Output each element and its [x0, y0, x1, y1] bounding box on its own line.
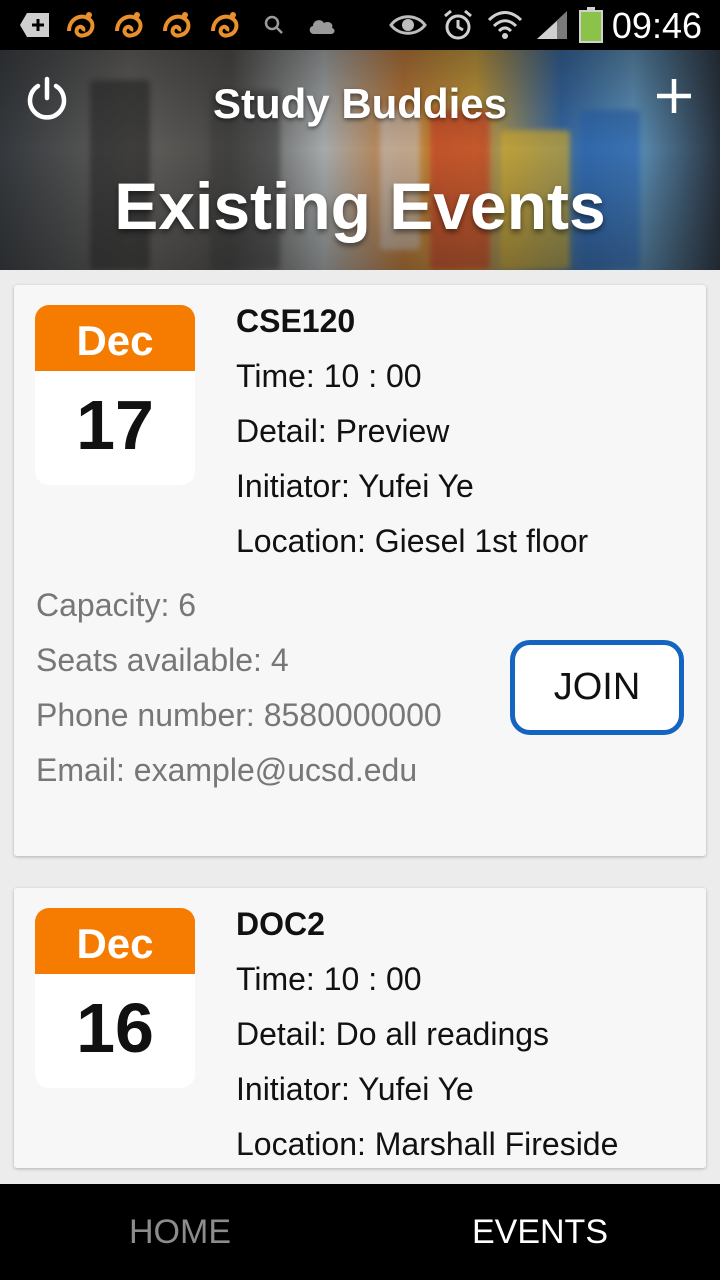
add-event-button[interactable]	[654, 76, 694, 116]
event-location: Location: Marshall Fireside	[236, 1126, 619, 1162]
status-time: 09:46	[611, 5, 702, 46]
event-initiator: Initiator: Yufei Ye	[236, 468, 474, 504]
event-info: DOC2 Time: 10 : 00 Detail: Do all readin…	[236, 906, 618, 1181]
event-list[interactable]: Dec 17 CSE120 Time: 10 : 00 Detail: Prev…	[0, 270, 720, 1184]
battery-icon	[578, 7, 604, 43]
uc-browser-icon	[208, 8, 244, 42]
eye-icon	[388, 8, 428, 42]
event-location: Location: Giesel 1st floor	[236, 523, 589, 559]
date-day: 17	[76, 386, 154, 464]
alarm-icon	[440, 8, 476, 42]
cloud-icon	[306, 8, 338, 42]
uc-browser-icon	[160, 8, 196, 42]
event-course: CSE120	[236, 303, 356, 339]
event-detail: Detail: Do all readings	[236, 1016, 550, 1052]
date-month: Dec	[35, 908, 195, 974]
plus-icon	[657, 79, 691, 113]
event-time: Time: 10 : 00	[236, 961, 422, 997]
add-notification-icon	[18, 8, 52, 42]
event-initiator: Initiator: Yufei Ye	[236, 1071, 474, 1107]
signal-icon	[534, 8, 570, 42]
date-month: Dec	[35, 305, 195, 371]
tab-events[interactable]: EVENTS	[360, 1184, 720, 1280]
event-course: DOC2	[236, 906, 325, 942]
uc-browser-icon	[64, 8, 100, 42]
event-detail: Detail: Preview	[236, 413, 450, 449]
date-badge: Dec 17	[35, 305, 195, 485]
page-title: Existing Events	[114, 169, 606, 243]
search-icon	[262, 8, 286, 42]
event-time: Time: 10 : 00	[236, 358, 422, 394]
app-title: Study Buddies	[212, 80, 508, 127]
uc-browser-icon	[112, 8, 148, 42]
event-phone: Phone number: 8580000000	[36, 697, 442, 733]
wifi-icon	[486, 8, 524, 42]
event-info: CSE120 Time: 10 : 00 Detail: Preview Ini…	[236, 303, 588, 578]
event-extra: Capacity: 6 Seats available: 4 Phone num…	[36, 587, 442, 807]
bottom-nav: HOME EVENTS	[0, 1184, 720, 1280]
tab-home[interactable]: HOME	[0, 1184, 360, 1280]
header: Study Buddies Existing Events	[0, 50, 720, 270]
date-badge: Dec 16	[35, 908, 195, 1088]
event-card: Dec 16 DOC2 Time: 10 : 00 Detail: Do all…	[14, 888, 706, 1168]
event-card: Dec 17 CSE120 Time: 10 : 00 Detail: Prev…	[14, 285, 706, 856]
event-capacity: Capacity: 6	[36, 587, 197, 623]
date-day: 16	[76, 989, 154, 1067]
status-bar: 09:46	[0, 0, 720, 50]
event-email: Email: example@ucsd.edu	[36, 752, 418, 788]
join-button[interactable]: JOIN	[510, 640, 684, 735]
event-seats: Seats available: 4	[36, 642, 289, 678]
